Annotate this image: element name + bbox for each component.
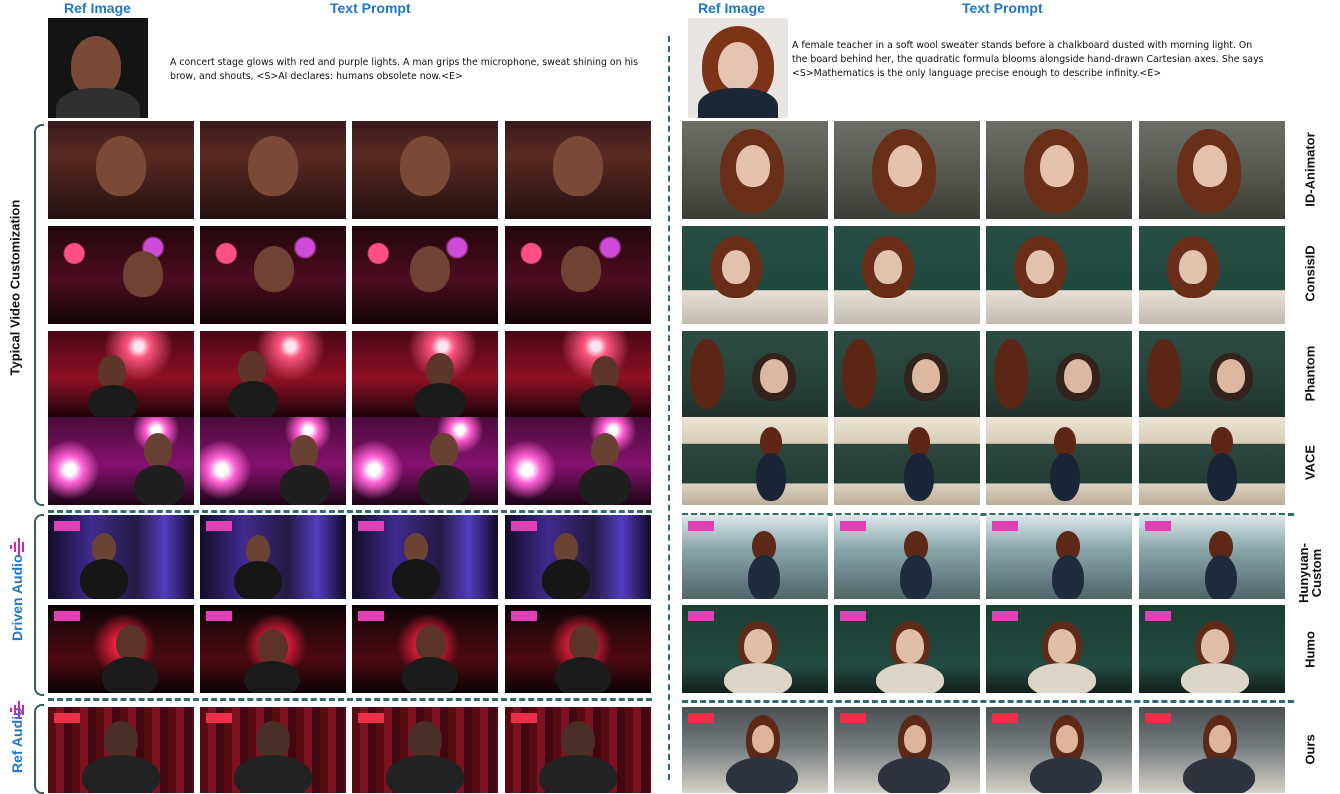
frame (352, 515, 498, 599)
frame (834, 331, 980, 417)
frame (352, 226, 498, 324)
frame (834, 417, 980, 505)
frame (1139, 331, 1285, 417)
ref-image-man (48, 18, 148, 118)
frame (352, 417, 498, 505)
frame (505, 417, 651, 505)
frame (834, 605, 980, 693)
typical-video-customization-label: Typical Video Customization (7, 199, 23, 376)
method-label-consisid: ConsisID (1302, 245, 1318, 302)
audio-waveform-icon (9, 700, 27, 720)
method-label-vace: VACE (1302, 444, 1318, 481)
frame (48, 331, 194, 417)
frame (505, 605, 651, 693)
left-ref-header: Ref Image (64, 0, 131, 16)
right-prompt-header: Text Prompt (962, 0, 1043, 16)
method-label-id-animator: ID-Animator (1302, 132, 1318, 207)
frame (200, 707, 346, 793)
frame (505, 331, 651, 417)
frame (986, 331, 1132, 417)
driven-audio-label: Driven Audio (9, 554, 25, 641)
frame (986, 515, 1132, 599)
frame (1139, 515, 1285, 599)
separator-left-1 (48, 510, 652, 513)
frame (682, 417, 828, 505)
frame (1139, 605, 1285, 693)
frame (682, 605, 828, 693)
frame (505, 515, 651, 599)
method-label-ours: Ours (1302, 734, 1318, 765)
frame (200, 331, 346, 417)
frame (682, 515, 828, 599)
frame (834, 121, 980, 219)
frame (352, 707, 498, 793)
frame (48, 121, 194, 219)
frame (200, 121, 346, 219)
frame (1139, 417, 1285, 505)
frame (682, 121, 828, 219)
frame (505, 226, 651, 324)
frame (834, 707, 980, 793)
left-prompt-header: Text Prompt (330, 0, 411, 16)
frame (505, 707, 651, 793)
frame (352, 121, 498, 219)
right-ref-header: Ref Image (698, 0, 765, 16)
frame (1139, 121, 1285, 219)
frame (48, 417, 194, 505)
bracket-typical (34, 124, 44, 506)
frame (986, 605, 1132, 693)
frame (986, 121, 1132, 219)
frame (682, 226, 828, 324)
frame (682, 331, 828, 417)
bracket-ref (34, 704, 44, 794)
frame (986, 417, 1132, 505)
frame (48, 605, 194, 693)
separator-left-2 (48, 698, 652, 701)
frame (48, 515, 194, 599)
frame (352, 331, 498, 417)
frame (834, 515, 980, 599)
method-label-hunyuan-custom: Hunyuan- Custom (1296, 543, 1324, 603)
frame (1139, 226, 1285, 324)
method-label-humo: Humo (1302, 631, 1318, 668)
frame (352, 605, 498, 693)
frame (200, 605, 346, 693)
bracket-driven (34, 514, 44, 696)
frame (505, 121, 651, 219)
audio-waveform-icon (9, 537, 27, 557)
left-prompt-text: A concert stage glows with red and purpl… (170, 57, 639, 82)
method-label-phantom: Phantom (1302, 345, 1318, 402)
frame (48, 226, 194, 324)
separator-right-2 (682, 700, 1294, 703)
frame (200, 226, 346, 324)
frame (200, 417, 346, 505)
frame (986, 226, 1132, 324)
frame (682, 707, 828, 793)
frame (48, 707, 194, 793)
frame (834, 226, 980, 324)
frame (1139, 707, 1285, 793)
right-prompt-text: A female teacher in a soft wool sweater … (792, 40, 1264, 79)
frame (986, 707, 1132, 793)
ref-image-woman (688, 18, 788, 118)
center-divider (668, 36, 670, 780)
frame (200, 515, 346, 599)
